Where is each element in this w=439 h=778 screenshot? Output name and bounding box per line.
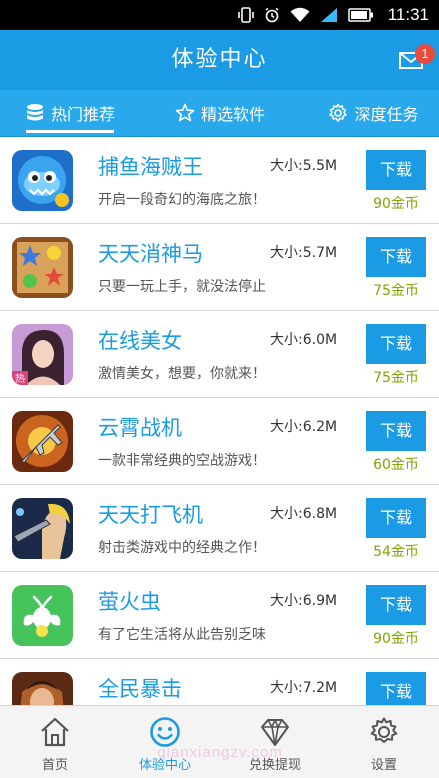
app-description: 开启一段奇幻的海底之旅！ [98,192,266,208]
app-size: 大小:5.5M [270,158,338,174]
fish-game-icon [12,150,73,211]
list-item[interactable]: 萤火虫 大小:6.9M 有了它生活将从此告别乏味 下载 90金币 [0,572,439,659]
list-item[interactable]: 热 在线美女 大小:6.0M 激情美女，想要，你就来！ 下载 75金币 [0,311,439,398]
app-size: 大小:6.8M [270,506,338,522]
status-bar: 11:31 [0,0,439,30]
signal-icon [320,8,337,22]
star-icon [175,103,195,122]
app-description: 有了它生活将从此告别乏味 [98,627,266,643]
coin-reward: 75金币 [373,370,419,386]
nav-experience-center[interactable]: 体验中心 [110,706,220,778]
match-puzzle-icon [12,237,73,298]
app-size: 大小:5.7M [270,245,338,261]
battery-icon [347,8,373,22]
tab-bar: 热门推荐 精选软件 深度任务 [0,90,439,137]
tab-selected-software[interactable]: 精选软件 [160,90,280,136]
download-button[interactable]: 下载 [366,585,426,625]
shooter-game-icon [12,498,73,559]
wifi-icon [290,7,310,22]
tab-label: 精选软件 [200,105,265,124]
app-name[interactable]: 天天打飞机 [98,499,203,529]
app-name[interactable]: 天天消神马 [98,238,203,268]
gear-icon [370,717,398,743]
bottom-nav: 首页 体验中心 兑换提现 设置 [0,705,439,778]
gear-icon [329,103,348,122]
list-item[interactable]: 捕鱼海贼王 大小:5.5M 开启一段奇幻的海底之旅！ 下载 90金币 [0,137,439,224]
download-button[interactable]: 下载 [366,411,426,451]
app-list[interactable]: 捕鱼海贼王 大小:5.5M 开启一段奇幻的海底之旅！ 下载 90金币 天天消神马… [0,137,439,705]
app-size: 大小:6.0M [270,332,338,348]
smiley-icon [150,717,180,747]
app-name[interactable]: 捕鱼海贼王 [98,151,203,181]
home-icon [41,717,69,747]
nav-redeem[interactable]: 兑换提现 [220,706,330,778]
nav-label: 设置 [370,758,397,773]
tab-active-indicator [26,130,114,133]
app-size: 大小:7.2M [270,680,338,696]
nav-label: 兑换提现 [248,758,301,773]
tab-hot-recommend[interactable]: 热门推荐 [0,90,140,136]
coin-reward: 54金币 [373,544,419,560]
diamond-icon [261,719,289,746]
app-description: 一款非常经典的空战游戏！ [98,453,266,469]
download-button[interactable]: 下载 [366,498,426,538]
app-description: 射击类游戏中的经典之作！ [98,540,266,556]
database-icon [26,104,43,121]
app-size: 大小:6.2M [270,419,338,435]
download-button[interactable]: 下载 [366,150,426,190]
list-item[interactable]: 云霄战机 大小:6.2M 一款非常经典的空战游戏！ 下载 60金币 [0,398,439,485]
coin-reward: 60金币 [373,457,419,473]
nav-label: 首页 [41,758,68,773]
app-description: 激情美女，想要，你就来！ [98,366,266,382]
mail-badge: 1 [415,44,435,64]
hot-tag: 热 [15,372,25,385]
app-name[interactable]: 萤火虫 [98,586,161,616]
tab-label: 热门推荐 [50,105,115,124]
app-description: 只要一玩上手，就没法停止 [98,279,266,295]
list-item[interactable]: 天天消神马 大小:5.7M 只要一玩上手，就没法停止 下载 75金币 [0,224,439,311]
app-name[interactable]: 在线美女 [98,325,182,355]
page-title: 体验中心 [171,47,268,72]
download-button[interactable]: 下载 [366,237,426,277]
tab-label: 深度任务 [354,105,419,124]
coin-reward: 90金币 [373,631,419,647]
app-header: 体验中心 1 [0,30,439,90]
vibrate-icon [237,7,254,23]
download-button[interactable]: 下载 [366,324,426,364]
nav-home[interactable]: 首页 [0,706,110,778]
list-item[interactable]: 全民暴击 大小:7.2M 下载 [0,659,439,705]
list-item[interactable]: 天天打飞机 大小:6.8M 射击类游戏中的经典之作！ 下载 54金币 [0,485,439,572]
warrior-game-icon [12,672,73,705]
nav-settings[interactable]: 设置 [329,706,439,778]
alarm-icon [265,7,279,23]
download-button[interactable]: 下载 [366,672,426,705]
firefly-icon [12,585,73,646]
portrait-icon: 热 [12,324,73,385]
app-name[interactable]: 全民暴击 [98,673,182,703]
tab-deep-tasks[interactable]: 深度任务 [308,90,439,136]
nav-label: 体验中心 [138,758,191,773]
fighter-jet-icon [12,411,73,472]
coin-reward: 75金币 [373,283,419,299]
status-time: 11:31 [387,5,429,24]
app-size: 大小:6.9M [270,593,338,609]
coin-reward: 90金币 [373,196,419,212]
app-name[interactable]: 云霄战机 [98,412,182,442]
